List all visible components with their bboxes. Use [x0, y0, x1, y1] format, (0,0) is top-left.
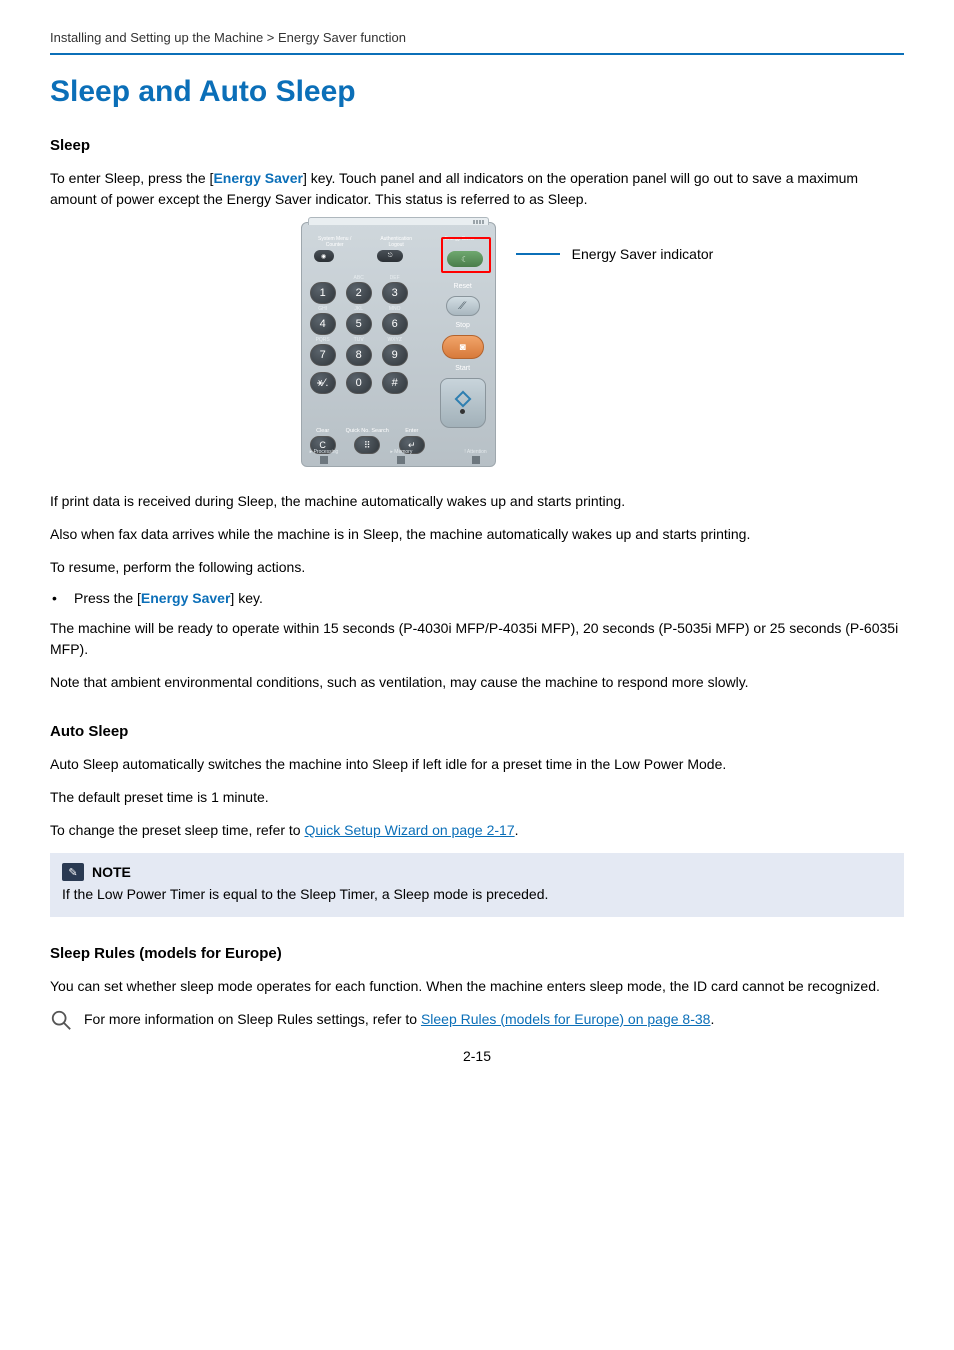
heading-sleep: Sleep [50, 137, 904, 154]
text: The machine will be ready to operate wit… [50, 618, 904, 660]
system-menu-button[interactable]: ◉ [314, 250, 334, 262]
key-1[interactable]: 1 [310, 282, 336, 304]
text: . [515, 822, 519, 838]
heading-sleep-rules: Sleep Rules (models for Europe) [50, 945, 904, 962]
link-sleep-rules[interactable]: Sleep Rules (models for Europe) on page … [421, 1011, 711, 1027]
attention-led [472, 456, 480, 464]
auth-logout-button[interactable]: ⎋ [377, 250, 403, 262]
label-wxyz: WXYZ [382, 337, 408, 343]
key-9[interactable]: 9 [382, 344, 408, 366]
label-ghi: GHI [310, 306, 336, 312]
key-6[interactable]: 6 [382, 313, 408, 335]
label-attention: ! Attention [464, 449, 486, 455]
key-hash[interactable]: # [382, 372, 408, 394]
text: To enter Sleep, press the [ [50, 170, 213, 186]
text: If print data is received during Sleep, … [50, 491, 904, 512]
magnifier-icon [50, 1009, 72, 1034]
label-system-menu: System Menu / Counter [312, 237, 358, 248]
label-quick-search: Quick No. Search [346, 429, 389, 435]
note-icon: ✎ [62, 863, 84, 881]
callout: Energy Saver indicator [516, 246, 714, 262]
text: To change the preset sleep time, refer t… [50, 822, 304, 838]
page-number: 2-15 [0, 1048, 954, 1064]
callout-line [516, 253, 560, 255]
label-enter: Enter [405, 429, 418, 435]
key-7[interactable]: 7 [310, 344, 336, 366]
bullet-icon: • [50, 590, 74, 606]
breadcrumb: Installing and Setting up the Machine > … [50, 30, 904, 53]
text: Auto Sleep automatically switches the ma… [50, 754, 904, 775]
text: The default preset time is 1 minute. [50, 787, 904, 808]
reference-row: For more information on Sleep Rules sett… [50, 1009, 904, 1034]
note-label: NOTE [92, 864, 131, 880]
numeric-keypad: ABC DEF 1 2 3 GHI JKL MNO 4 5 6 PQRS TUV WXYZ… [310, 275, 428, 396]
text: ] key. [230, 590, 262, 606]
callout-label: Energy Saver indicator [572, 246, 714, 262]
start-led [460, 409, 465, 414]
page-title: Sleep and Auto Sleep [50, 75, 904, 109]
text: Press the [ [74, 590, 141, 606]
key-3[interactable]: 3 [382, 282, 408, 304]
label-processing: ▸ Processing [310, 449, 339, 455]
label-reset: Reset [454, 283, 472, 290]
heading-auto-sleep: Auto Sleep [50, 723, 904, 740]
label-jkl: JKL [346, 306, 372, 312]
operation-panel: System Menu / Counter Authentication Log… [301, 222, 496, 467]
start-button[interactable] [440, 378, 486, 428]
label-tuv: TUV [346, 337, 372, 343]
divider [50, 53, 904, 55]
label-def: DEF [382, 275, 408, 281]
key-8[interactable]: 8 [346, 344, 372, 366]
note-body: If the Low Power Timer is equal to the S… [62, 885, 892, 905]
list-item: • Press the [Energy Saver] key. [50, 590, 904, 606]
label-pqrs: PQRS [310, 337, 336, 343]
key-5[interactable]: 5 [346, 313, 372, 335]
text: To change the preset sleep time, refer t… [50, 820, 904, 841]
panel-top-edge [308, 217, 489, 225]
stop-button[interactable]: ◙ [442, 335, 484, 359]
key-0[interactable]: 0 [346, 372, 372, 394]
start-icon [454, 390, 471, 407]
label-start: Start [455, 365, 470, 372]
text: Also when fax data arrives while the mac… [50, 524, 904, 545]
note-box: ✎ NOTE If the Low Power Timer is equal t… [50, 853, 904, 917]
key-2[interactable]: 2 [346, 282, 372, 304]
text: Note that ambient environmental conditio… [50, 672, 904, 693]
label-memory: ▸ Memory [390, 449, 412, 455]
label-mno: MNO [382, 306, 408, 312]
energy-saver-key-text: Energy Saver [213, 170, 303, 186]
text: For more information on Sleep Rules sett… [84, 1011, 421, 1027]
key-star[interactable]: ⚹⁄. [310, 372, 336, 394]
text: You can set whether sleep mode operates … [50, 976, 904, 997]
reset-button[interactable]: ⁄⁄ [446, 296, 480, 316]
sleep-intro: To enter Sleep, press the [Energy Saver]… [50, 168, 904, 210]
key-4[interactable]: 4 [310, 313, 336, 335]
memory-led [397, 456, 405, 464]
panel-figure: System Menu / Counter Authentication Log… [80, 222, 934, 467]
processing-led [320, 456, 328, 464]
energy-saver-highlight [441, 237, 491, 273]
energy-saver-key-text: Energy Saver [141, 590, 231, 606]
text: . [710, 1011, 714, 1027]
link-quick-setup-wizard[interactable]: Quick Setup Wizard on page 2-17 [304, 822, 514, 838]
label-stop: Stop [455, 322, 469, 329]
label-clear: Clear [316, 429, 329, 435]
label-abc: ABC [346, 275, 372, 281]
label-auth-logout: Authentication Logout [373, 237, 419, 248]
text: To resume, perform the following actions… [50, 557, 904, 578]
